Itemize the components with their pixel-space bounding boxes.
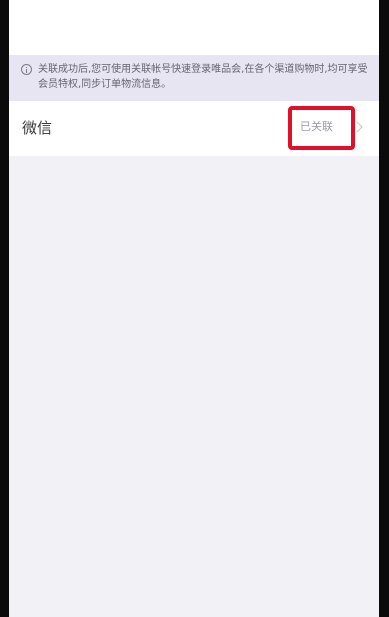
empty-content-area	[9, 156, 379, 617]
top-blank-area	[9, 0, 379, 55]
phone-screen: 关联成功后,您可使用关联帐号快速登录唯品会,在各个渠道购物时,均可享受会员特权,…	[9, 0, 379, 617]
link-status: 已关联	[300, 120, 333, 133]
notice-text: 关联成功后,您可使用关联帐号快速登录唯品会,在各个渠道购物时,均可享受会员特权,…	[38, 64, 368, 90]
account-name: 微信	[22, 119, 53, 137]
info-icon	[21, 64, 32, 75]
wechat-account-row[interactable]: 微信 已关联	[9, 101, 379, 156]
info-notice: 关联成功后,您可使用关联帐号快速登录唯品会,在各个渠道购物时,均可享受会员特权,…	[9, 55, 379, 101]
